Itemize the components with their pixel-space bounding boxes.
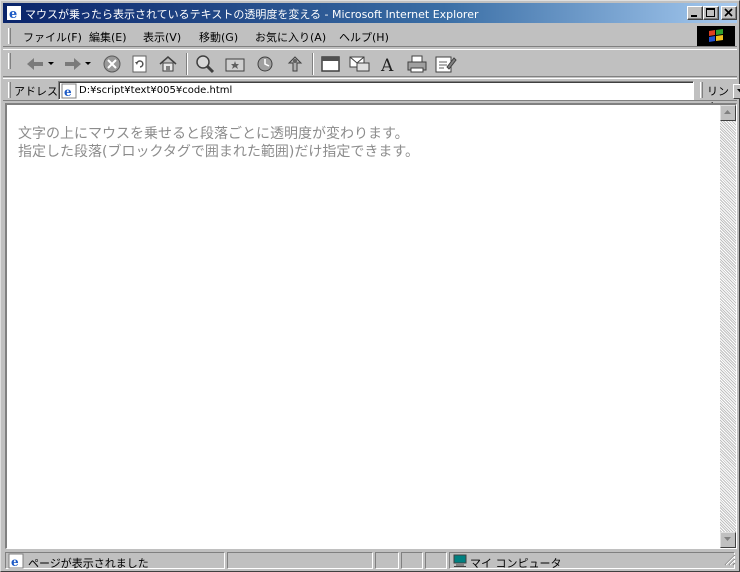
refresh-icon <box>132 55 147 73</box>
svg-text:e: e <box>64 85 72 99</box>
address-label: アドレス <box>14 85 58 98</box>
toolbar-separator <box>312 53 314 75</box>
address-input[interactable]: e D:¥script¥text¥005¥code.html <box>58 81 740 100</box>
scroll-up-button[interactable] <box>720 105 736 121</box>
minimize-button[interactable] <box>687 6 703 20</box>
back-button[interactable] <box>23 53 57 75</box>
home-icon <box>159 56 177 72</box>
channels-icon <box>287 56 303 72</box>
maximize-icon <box>706 8 715 17</box>
fullscreen-icon <box>321 56 340 72</box>
menu-favorites[interactable]: お気に入り(A) <box>255 29 326 45</box>
fullscreen-button[interactable] <box>319 53 343 75</box>
print-icon <box>407 55 427 73</box>
minimize-icon <box>691 15 697 17</box>
ie-icon[interactable]: e <box>6 5 22 22</box>
mail-icon <box>349 56 370 72</box>
status-bar: e ページが表示されました マイ コンピュータ <box>3 550 737 570</box>
page-icon: e <box>61 83 77 99</box>
edit-icon <box>435 56 457 73</box>
svg-text:e: e <box>11 555 19 569</box>
address-bar: アドレス e D:¥script¥text¥005¥code.html リンク <box>3 78 740 114</box>
close-button[interactable] <box>721 6 737 20</box>
status-pane-offline <box>375 552 399 569</box>
svg-text:A: A <box>380 56 394 75</box>
toolbar-grip[interactable] <box>8 53 11 69</box>
chevron-up-icon <box>724 110 731 114</box>
chevron-down-icon <box>724 537 731 541</box>
back-icon <box>27 58 54 70</box>
toolbar-separator <box>186 53 188 75</box>
menu-bar: ファイル(F) 編集(E) 表示(V) 移動(G) お気に入り(A) ヘルプ(H… <box>3 25 737 47</box>
address-grip[interactable] <box>8 82 11 98</box>
browser-window: e マウスが乗ったら表示されているテキストの透明度を変える - Microsof… <box>0 0 740 572</box>
computer-icon <box>453 554 467 571</box>
vertical-scrollbar[interactable] <box>720 105 736 548</box>
favorites-button[interactable] <box>223 53 247 75</box>
close-icon <box>724 8 733 17</box>
search-icon <box>196 55 215 74</box>
links-grip[interactable] <box>700 82 703 98</box>
paragraph-2[interactable]: 指定した段落(ブロックタグで囲まれた範囲)だけ指定できます。 <box>18 141 419 161</box>
maximize-button[interactable] <box>703 6 719 20</box>
menu-grip[interactable] <box>8 28 11 44</box>
history-icon <box>257 56 273 72</box>
menu-view[interactable]: 表示(V) <box>143 29 181 45</box>
security-zone: マイ コンピュータ <box>470 557 562 570</box>
windows-logo-icon <box>697 26 735 46</box>
status-message: ページが表示されました <box>28 557 149 570</box>
home-button[interactable] <box>157 53 179 75</box>
edit-button[interactable] <box>433 53 457 75</box>
page-content: 文字の上にマウスを乗せると段落ごとに透明度が変わります。 指定した段落(ブロック… <box>5 103 737 549</box>
stop-icon <box>103 55 121 73</box>
status-pane-progress <box>227 552 373 569</box>
title-bar[interactable]: e マウスが乗ったら表示されているテキストの透明度を変える - Microsof… <box>3 3 737 23</box>
status-pane-main: e ページが表示されました <box>5 552 225 572</box>
favorites-icon <box>225 58 245 72</box>
standard-toolbar: A <box>3 49 737 77</box>
paragraph-1[interactable]: 文字の上にマウスを乗せると段落ごとに透明度が変わります。 <box>18 123 409 143</box>
page-done-icon: e <box>8 553 24 572</box>
status-pane-extra <box>425 552 447 569</box>
menu-go[interactable]: 移動(G) <box>199 29 238 45</box>
svg-text:e: e <box>9 7 17 21</box>
window-title: マウスが乗ったら表示されているテキストの透明度を変える - Microsoft … <box>25 8 479 21</box>
history-button[interactable] <box>253 53 277 75</box>
forward-icon <box>65 58 91 70</box>
font-button[interactable]: A <box>377 53 401 75</box>
status-pane-zone[interactable]: マイ コンピュータ <box>449 552 735 571</box>
menu-edit[interactable]: 編集(E) <box>89 29 127 45</box>
stop-button[interactable] <box>101 53 123 75</box>
print-button[interactable] <box>405 53 429 75</box>
status-pane-secure <box>401 552 423 569</box>
scroll-down-button[interactable] <box>720 532 736 548</box>
menu-file[interactable]: ファイル(F) <box>23 29 82 45</box>
font-icon: A <box>380 56 394 75</box>
menu-help[interactable]: ヘルプ(H) <box>339 29 389 45</box>
mail-button[interactable] <box>347 53 373 75</box>
channels-button[interactable] <box>283 53 307 75</box>
forward-button[interactable] <box>61 53 95 75</box>
refresh-button[interactable] <box>129 53 151 75</box>
address-url[interactable]: D:¥script¥text¥005¥code.html <box>79 85 232 96</box>
resize-grip-icon[interactable] <box>724 554 736 569</box>
search-button[interactable] <box>193 53 217 75</box>
